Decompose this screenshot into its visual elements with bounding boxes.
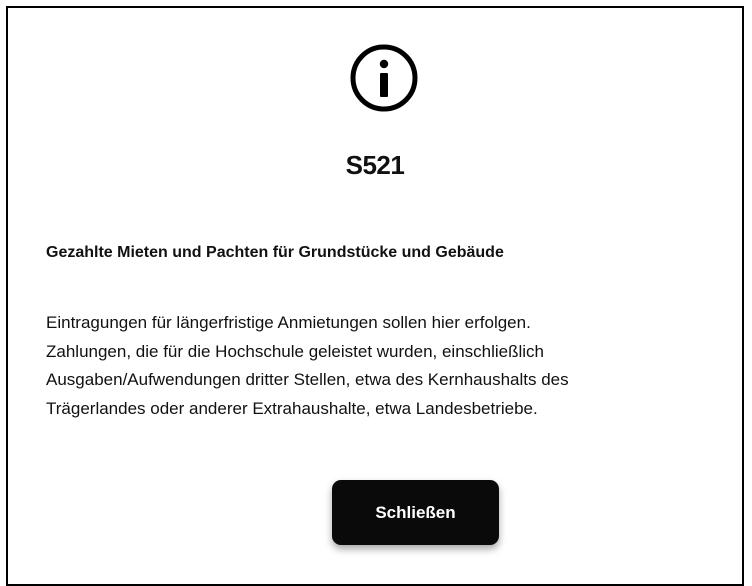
info-icon <box>348 42 420 114</box>
close-button[interactable]: Schließen <box>332 480 499 545</box>
body-line: Eintragungen für längerfristige Anmietun… <box>46 313 531 332</box>
info-dialog: S521 Gezahlte Mieten und Pachten für Gru… <box>6 6 744 586</box>
dialog-body: Eintragungen für längerfristige Anmietun… <box>46 309 736 423</box>
body-line: Ausgaben/Aufwendungen dritter Stellen, e… <box>46 370 569 389</box>
body-line: Zahlungen, die für die Hochschule geleis… <box>46 341 545 361</box>
dialog-heading: Gezahlte Mieten und Pachten für Grundstü… <box>46 244 504 261</box>
body-line: Trägerlandes oder anderer Extrahaushalte… <box>46 398 538 418</box>
dialog-code: S521 <box>345 150 405 180</box>
